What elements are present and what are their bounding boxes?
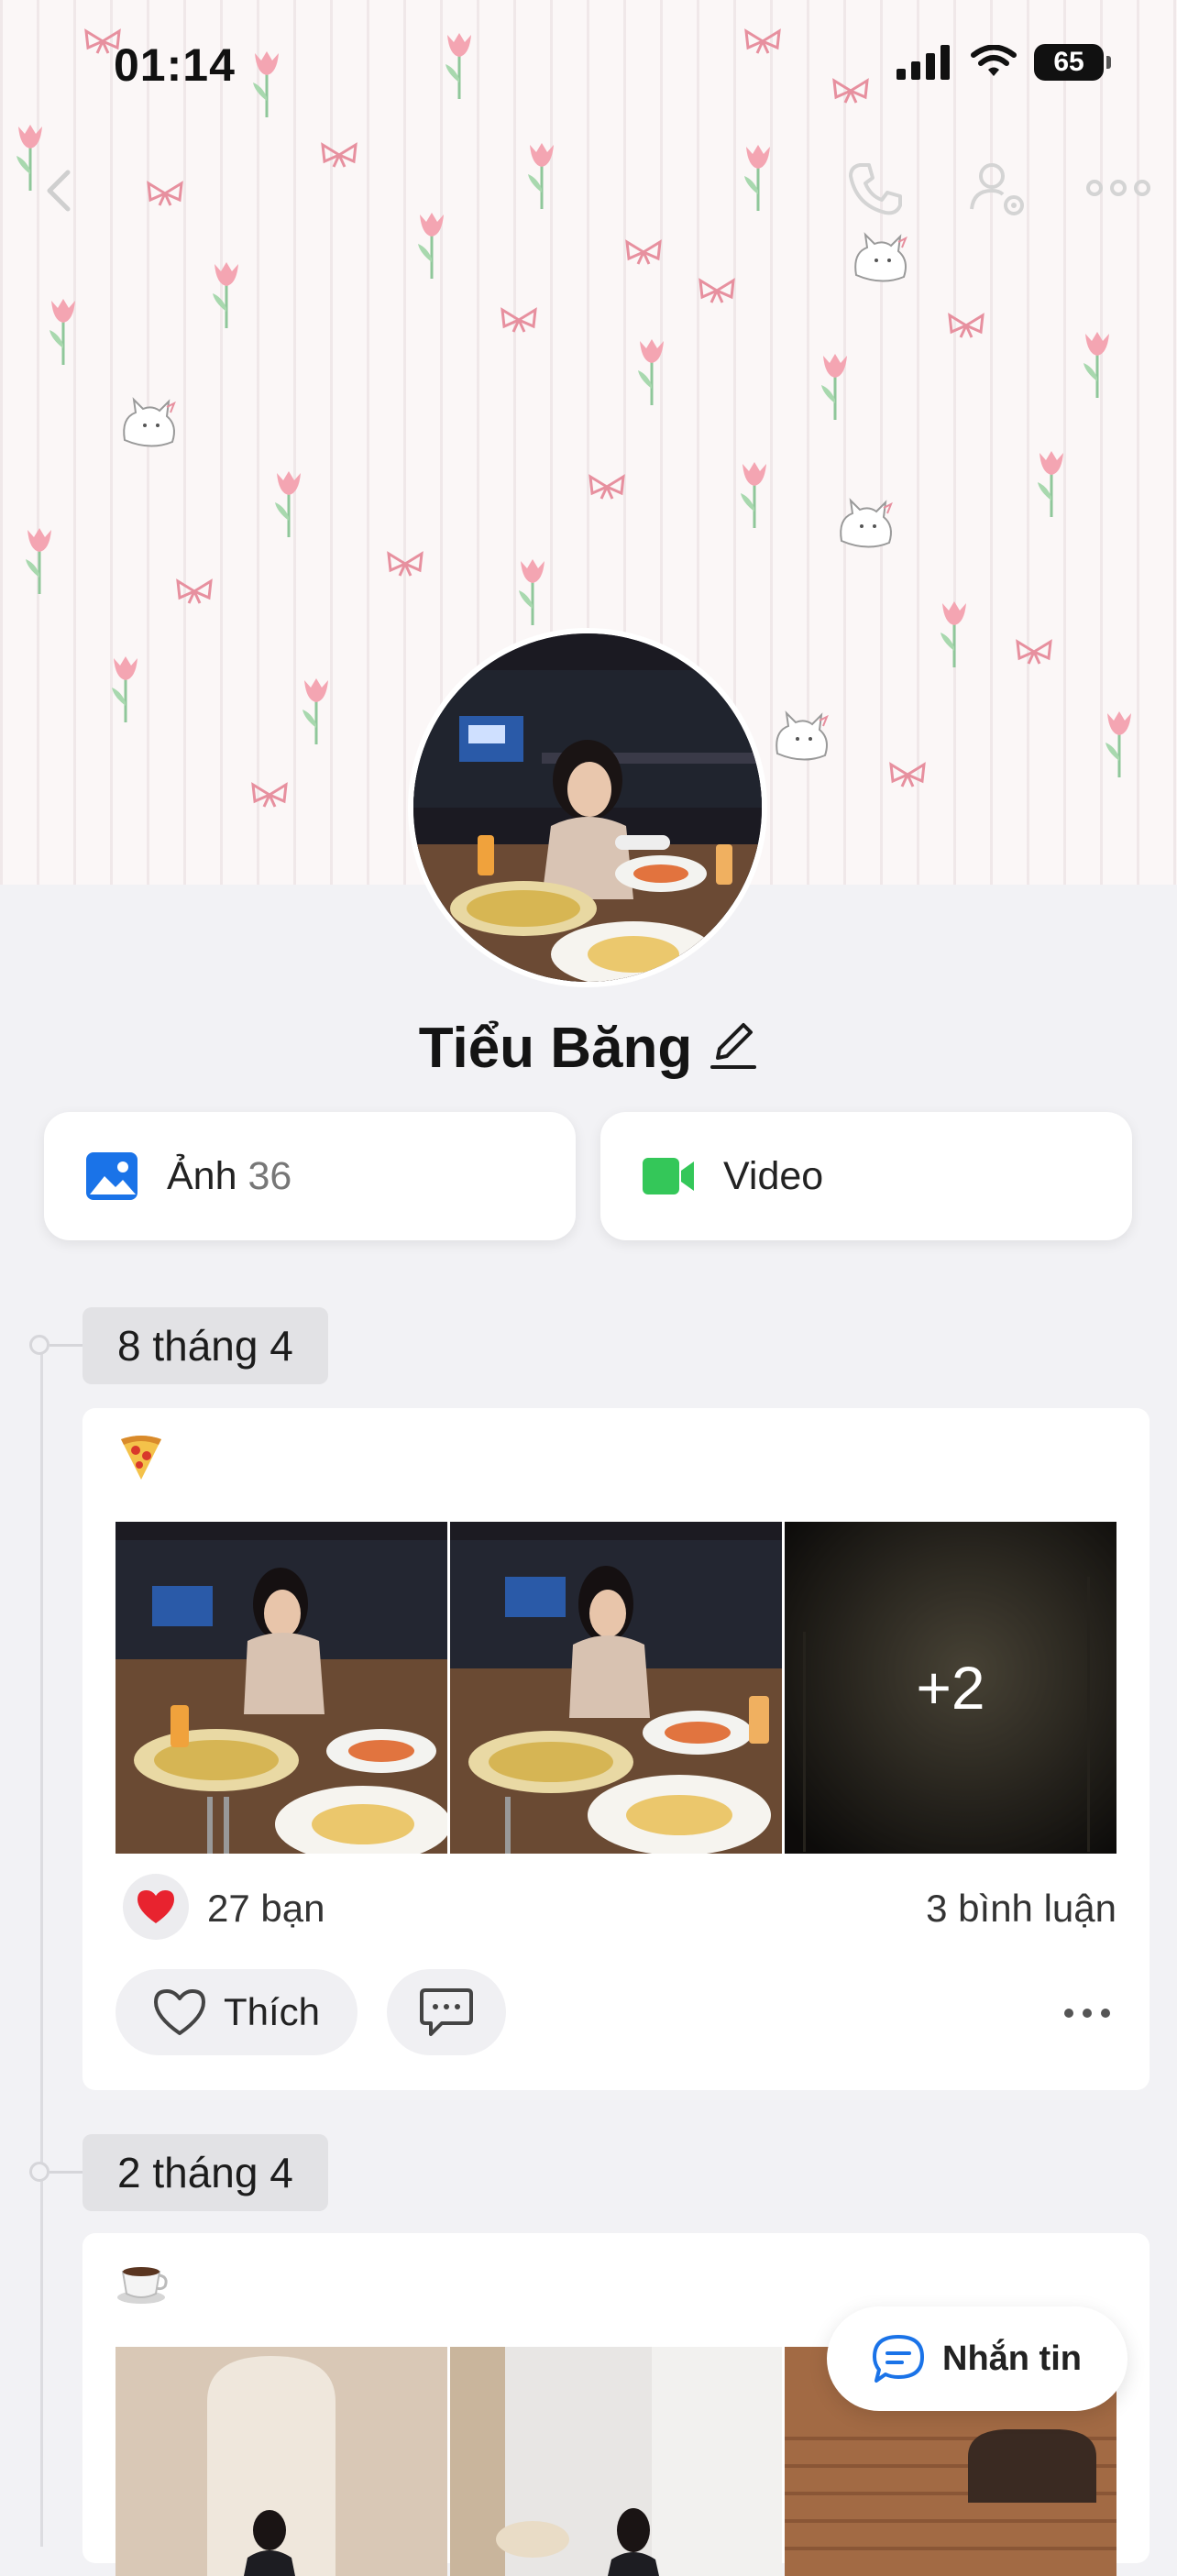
bow-decoration xyxy=(889,762,926,787)
photos-label: Ảnh xyxy=(167,1153,237,1198)
bow-decoration xyxy=(147,181,183,206)
tulip-decoration xyxy=(50,299,75,365)
tulip-decoration xyxy=(302,678,328,744)
status-icons: 65 xyxy=(896,44,1111,81)
tulip-decoration xyxy=(112,656,138,722)
tulip-decoration xyxy=(26,528,51,594)
bow-decoration xyxy=(588,474,625,500)
timeline-connector xyxy=(50,1344,84,1347)
user-settings-icon[interactable] xyxy=(966,158,1030,222)
avatar-photo xyxy=(413,633,762,982)
phone-icon[interactable] xyxy=(843,158,908,222)
bow-decoration xyxy=(948,313,984,338)
tulip-decoration xyxy=(1106,711,1131,777)
profile-name-row: Tiểu Băng xyxy=(0,1016,1177,1081)
back-icon[interactable] xyxy=(33,163,88,218)
post-photo[interactable] xyxy=(450,2347,782,2576)
tulip-decoration xyxy=(213,262,238,328)
chat-icon xyxy=(873,2335,924,2383)
timeline-dot xyxy=(29,1335,50,1355)
photos-button[interactable]: Ảnh 36 xyxy=(44,1112,576,1240)
message-button[interactable]: Nhắn tin xyxy=(827,2306,1128,2411)
comment-button[interactable] xyxy=(387,1969,506,2055)
bow-decoration xyxy=(744,28,781,54)
bow-decoration xyxy=(176,578,213,604)
profile-name: Tiểu Băng xyxy=(418,1017,693,1080)
photo-thumbnail xyxy=(450,1522,782,1854)
photo-thumbnail xyxy=(116,1522,447,1854)
reaction-count[interactable]: 27 bạn xyxy=(207,1887,324,1931)
tulip-decoration xyxy=(528,143,554,209)
post-emoji xyxy=(116,2255,170,2310)
videos-button[interactable]: Video xyxy=(600,1112,1132,1240)
bow-decoration xyxy=(1016,639,1052,665)
tulip-decoration xyxy=(744,145,770,211)
cat-decoration xyxy=(776,710,829,761)
post-photo[interactable] xyxy=(450,1522,782,1854)
cat-decoration xyxy=(840,498,893,548)
like-label: Thích xyxy=(224,1990,321,2033)
status-time: 01:14 xyxy=(114,39,236,91)
date-chip: 2 tháng 4 xyxy=(82,2134,328,2211)
timeline-connector xyxy=(50,2171,84,2174)
tulip-decoration xyxy=(1038,451,1063,517)
heart-outline-icon xyxy=(154,1989,205,2035)
avatar[interactable] xyxy=(408,628,767,987)
bow-decoration xyxy=(321,142,358,168)
more-photos-overlay: +2 xyxy=(785,1522,1116,1854)
edit-icon[interactable] xyxy=(709,1018,758,1073)
reaction-bubble[interactable] xyxy=(123,1874,189,1940)
coffee-emoji-icon xyxy=(117,2267,168,2304)
cat-decoration xyxy=(123,397,176,447)
bow-decoration xyxy=(500,307,537,333)
post-photo-more[interactable]: +2 xyxy=(785,1522,1116,1854)
tulip-decoration xyxy=(253,51,279,117)
tulip-decoration xyxy=(519,559,544,625)
tulip-decoration xyxy=(940,601,966,667)
comment-count[interactable]: 3 bình luận xyxy=(926,1887,1116,1931)
post-emoji xyxy=(116,1430,170,1485)
post-more-icon[interactable] xyxy=(1062,2004,1113,2022)
timeline-dot xyxy=(29,2162,50,2182)
tulip-decoration xyxy=(1084,332,1109,398)
bow-decoration xyxy=(832,78,869,104)
signal-icon xyxy=(896,45,950,80)
battery-indicator: 65 xyxy=(1034,44,1111,81)
post-photo[interactable] xyxy=(116,1522,447,1854)
tulip-decoration xyxy=(741,462,766,528)
tulip-decoration xyxy=(821,354,847,420)
photo-thumbnail xyxy=(450,2347,782,2576)
bow-decoration xyxy=(251,782,288,808)
post-card: +2 27 bạn 3 bình luận Thích xyxy=(82,1408,1150,2090)
photos-count: 36 xyxy=(248,1153,292,1198)
comment-icon xyxy=(420,1988,473,2036)
tulip-decoration xyxy=(275,471,301,537)
cat-decoration xyxy=(854,232,908,282)
tulip-decoration xyxy=(418,213,444,279)
tulip-decoration xyxy=(638,339,664,405)
tulip-decoration xyxy=(446,33,471,99)
date-chip: 8 tháng 4 xyxy=(82,1307,328,1384)
photo-icon xyxy=(86,1152,138,1200)
post-photo[interactable] xyxy=(116,2347,447,2576)
timeline-line xyxy=(40,1346,43,2547)
bow-decoration xyxy=(698,278,735,303)
bow-decoration xyxy=(625,239,662,265)
wifi-icon xyxy=(971,45,1017,76)
more-icon[interactable] xyxy=(1082,165,1155,211)
bow-decoration xyxy=(387,551,424,577)
like-button[interactable]: Thích xyxy=(116,1969,358,2055)
heart-icon xyxy=(138,1890,174,1923)
videos-label: Video xyxy=(723,1153,824,1198)
message-label: Nhắn tin xyxy=(942,2339,1082,2378)
photo-thumbnail xyxy=(116,2347,447,2576)
video-icon xyxy=(643,1158,694,1194)
pizza-emoji-icon xyxy=(121,1436,161,1480)
